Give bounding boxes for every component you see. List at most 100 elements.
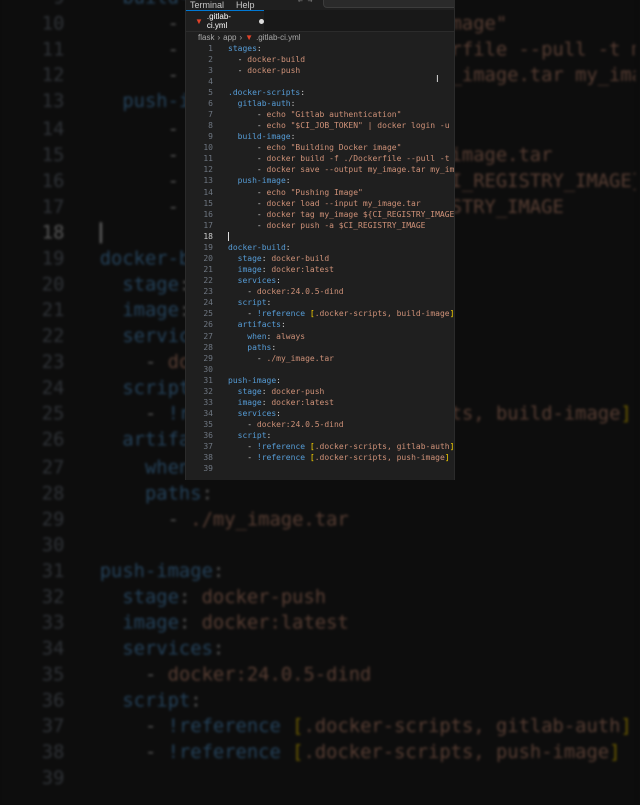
- code-line[interactable]: 34 services:: [1, 636, 636, 662]
- code-token: ./my_image.tar: [266, 353, 334, 363]
- code-line[interactable]: 28 paths:: [186, 342, 454, 353]
- code-line[interactable]: 12 - docker save --output my_image.tar m…: [186, 164, 454, 175]
- code-text: - ./my_image.tar: [228, 353, 334, 364]
- line-number: 36: [203, 431, 213, 441]
- code-text: image: docker:latest: [228, 397, 334, 408]
- code-line[interactable]: 28 paths:: [1, 480, 636, 506]
- code-line[interactable]: 31 push-image:: [186, 375, 454, 386]
- code-line[interactable]: 6 gitlab-auth:: [186, 98, 454, 109]
- tab-gitlab-ci[interactable]: ▼ .gitlab-ci.yml: [186, 10, 264, 31]
- code-token: script: [99, 690, 191, 712]
- code-line[interactable]: 11 - docker build -f ./Dockerfile --pull…: [186, 153, 454, 164]
- code-token: :: [285, 176, 291, 186]
- code-line[interactable]: 38 - !reference [.docker-scripts, push-i…: [186, 452, 454, 463]
- code-text: - docker:24.0.5-dind: [100, 662, 371, 688]
- code-text: - !reference [.docker-scripts, build-ima…: [228, 308, 454, 319]
- code-line[interactable]: 39: [186, 463, 454, 474]
- code-line[interactable]: 24 script:: [186, 297, 454, 308]
- line-number: 11: [203, 154, 213, 164]
- code-line[interactable]: 36 script:: [186, 430, 454, 441]
- line-number: 39: [203, 464, 213, 474]
- code-line[interactable]: 25 - !reference [.docker-scripts, build-…: [186, 308, 454, 319]
- code-token: image: [99, 300, 180, 322]
- code-line[interactable]: 19 docker-build:: [186, 242, 454, 253]
- code-text: - docker:24.0.5-dind: [228, 419, 343, 430]
- code-line[interactable]: 10 - echo "Building Docker image": [186, 142, 454, 153]
- line-number: 29: [42, 508, 65, 530]
- line-number: 27: [42, 456, 65, 478]
- code-line[interactable]: 36 script:: [1, 688, 636, 714]
- nav-arrows-icon[interactable]: ← →: [298, 0, 312, 5]
- code-line[interactable]: 39: [1, 767, 636, 793]
- code-line[interactable]: 33 image: docker:latest: [1, 610, 636, 636]
- breadcrumb-app[interactable]: app: [223, 33, 236, 42]
- code-line[interactable]: 37 - !reference [.docker-scripts, gitlab…: [1, 714, 636, 740]
- code-line[interactable]: 15 - docker load --input my_image.tar: [186, 198, 454, 209]
- code-line[interactable]: 14 - echo "Pushing Image": [186, 187, 454, 198]
- menu-bar: Terminal Help: [190, 0, 255, 10]
- code-line[interactable]: 30: [1, 532, 636, 558]
- code-token: -: [99, 13, 191, 36]
- code-line[interactable]: 5 .docker-scripts:: [186, 87, 454, 98]
- code-line[interactable]: 27 when: always: [186, 331, 454, 342]
- code-line[interactable]: 33 image: docker:latest: [186, 397, 454, 408]
- code-line[interactable]: 29 - ./my_image.tar: [186, 353, 454, 364]
- code-line[interactable]: 32 stage: docker-push: [1, 584, 636, 610]
- code-text: paths:: [100, 480, 213, 506]
- code-token: -: [99, 39, 191, 62]
- line-number: 29: [203, 353, 213, 363]
- code-line[interactable]: 29 - ./my_image.tar: [1, 506, 636, 532]
- code-line[interactable]: 38 - !reference [.docker-scripts, push-i…: [1, 741, 636, 767]
- code-token: -: [99, 404, 168, 426]
- line-number: 22: [203, 276, 213, 286]
- code-line[interactable]: 9 build-image:: [186, 131, 454, 142]
- code-token: -: [228, 309, 257, 319]
- code-editor[interactable]: 1 stages: 2 - docker-build 3 - docker-push 4…: [186, 43, 454, 475]
- code-line[interactable]: 7 - echo "Gitlab authentication": [186, 109, 454, 120]
- line-number: 6: [208, 98, 213, 108]
- code-line[interactable]: 2 - docker-build: [186, 54, 454, 65]
- code-line[interactable]: 3 - docker-push: [186, 65, 454, 76]
- menu-help[interactable]: Help: [236, 0, 255, 10]
- breadcrumb-flask[interactable]: flask: [198, 33, 214, 42]
- code-line[interactable]: 22 services:: [186, 275, 454, 286]
- code-text: script:: [228, 430, 272, 441]
- code-token: when: [99, 456, 191, 478]
- code-token: :: [261, 398, 272, 407]
- code-line[interactable]: 23 - docker:24.0.5-dind: [186, 286, 454, 297]
- code-line[interactable]: 4: [186, 76, 454, 87]
- command-center-search[interactable]: [323, 0, 454, 8]
- code-line[interactable]: 8 - echo "$CI_JOB_TOKEN" | docker login …: [186, 120, 454, 131]
- code-line[interactable]: 37 - !reference [.docker-scripts, gitlab…: [186, 441, 454, 452]
- code-line[interactable]: 31 push-image:: [1, 558, 636, 584]
- code-token: image: [228, 265, 262, 275]
- code-line[interactable]: 35 - docker:24.0.5-dind: [1, 662, 636, 688]
- code-line[interactable]: 18: [186, 231, 454, 242]
- code-line[interactable]: 35 - docker:24.0.5-dind: [186, 419, 454, 430]
- code-token: [: [292, 716, 304, 738]
- code-line[interactable]: 30: [186, 364, 454, 375]
- code-line[interactable]: 21 image: docker:latest: [186, 264, 454, 275]
- code-line[interactable]: 1 stages:: [186, 43, 454, 54]
- code-line[interactable]: 13 push-image:: [186, 175, 454, 186]
- line-number: 10: [203, 143, 213, 153]
- code-token: !reference: [256, 453, 306, 463]
- code-line[interactable]: 26 artifacts:: [186, 319, 454, 330]
- code-token: :: [201, 482, 214, 504]
- menu-terminal[interactable]: Terminal: [190, 0, 224, 10]
- code-line[interactable]: 20 stage: docker-build: [186, 253, 454, 264]
- code-line[interactable]: 17 - docker push -a $CI_REGISTRY_IMAGE: [186, 220, 454, 231]
- code-text: gitlab-auth:: [228, 98, 296, 109]
- code-token: -: [99, 742, 168, 765]
- code-line[interactable]: 16 - docker tag my_image ${CI_REGISTRY_I…: [186, 209, 454, 220]
- code-token: script: [99, 378, 191, 400]
- code-token: services: [228, 276, 277, 286]
- line-number: 37: [203, 442, 213, 452]
- unsaved-dot-icon[interactable]: [259, 18, 264, 24]
- code-text: artifacts:: [228, 319, 286, 330]
- code-token: docker-build: [271, 253, 330, 263]
- code-line[interactable]: 34 services:: [186, 408, 454, 419]
- line-number: 8: [208, 121, 213, 131]
- breadcrumb-file[interactable]: .gitlab-ci.yml: [256, 33, 300, 42]
- code-line[interactable]: 32 stage: docker-push: [186, 386, 454, 397]
